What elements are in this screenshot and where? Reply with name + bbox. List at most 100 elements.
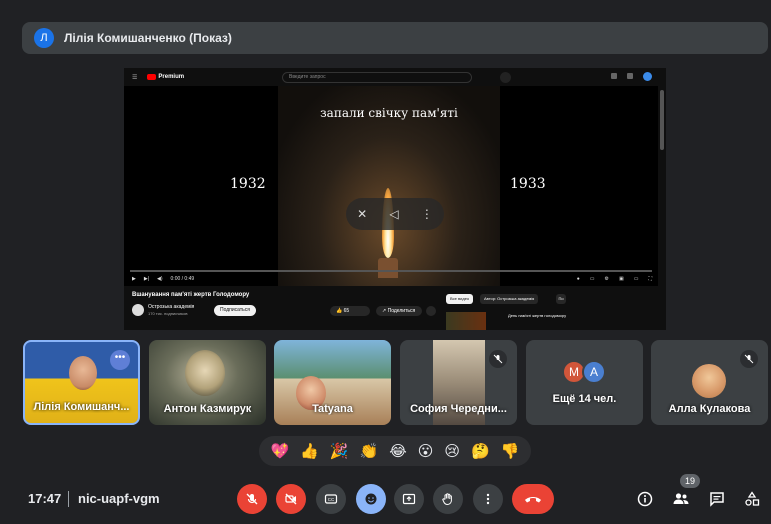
reaction-thumbs-up[interactable]: 👍 <box>300 442 319 460</box>
chat-button[interactable] <box>705 487 729 511</box>
raise-hand-button[interactable] <box>433 484 463 514</box>
reaction-sad[interactable]: 😢 <box>444 442 460 460</box>
participant-name: Антон Казмирук <box>163 403 252 415</box>
reactions-bar: 💖 👍 🎉 👏 😂 😮 😢 🤔 👎 <box>259 436 531 466</box>
participant-tile[interactable]: ••• Лілія Комишанч... <box>23 340 140 425</box>
mic-off-icon <box>489 350 507 368</box>
share-button[interactable]: ↗ Поделиться <box>376 306 422 316</box>
subtitles-icon[interactable]: ▭ <box>590 276 595 282</box>
activities-icon <box>745 491 760 506</box>
more-participants-tile[interactable]: М А Ещё 14 чел. <box>526 340 643 425</box>
participant-video <box>69 356 97 390</box>
settings-icon[interactable]: ⚙ <box>605 276 609 282</box>
hand-icon <box>442 493 452 506</box>
screen-scrollbar[interactable] <box>660 90 664 150</box>
hamburger-icon[interactable]: ☰ <box>132 74 137 81</box>
more-options-button[interactable] <box>473 484 503 514</box>
send-reaction-button[interactable] <box>356 484 386 514</box>
volume-small-icon[interactable]: ◀) <box>157 276 163 282</box>
clock: 17:47 <box>28 491 62 506</box>
youtube-avatar[interactable] <box>643 72 652 81</box>
participant-video <box>185 350 225 396</box>
fullscreen-icon[interactable]: ⛶ <box>648 276 652 282</box>
reaction-party[interactable]: 🎉 <box>330 442 349 460</box>
youtube-header-icons <box>611 72 652 81</box>
play-icon[interactable]: ▶ <box>132 276 136 282</box>
participant-tile[interactable]: Tatyana <box>274 340 391 425</box>
presenter-avatar: Л <box>34 28 54 48</box>
more-options-icon[interactable]: ••• <box>110 350 130 370</box>
chat-icon <box>710 492 724 507</box>
mic-off-icon <box>246 493 258 505</box>
leave-call-button[interactable] <box>512 484 554 514</box>
channel-name[interactable]: Острозька академія <box>148 304 194 310</box>
reaction-surprised[interactable]: 😮 <box>418 442 434 460</box>
camera-toggle-button[interactable] <box>276 484 306 514</box>
reaction-thumbs-down[interactable]: 👎 <box>501 442 520 460</box>
year-right: 1933 <box>510 176 546 192</box>
time-display: 0:00 / 0:49 <box>170 276 195 282</box>
bell-icon[interactable] <box>627 73 633 79</box>
youtube-brand: Premium <box>158 74 185 80</box>
participant-tile[interactable]: София Чередни... <box>400 340 517 425</box>
participant-name: Tatyana <box>312 403 353 415</box>
participant-tile[interactable]: Антон Казмирук <box>149 340 266 425</box>
people-button[interactable] <box>669 487 693 511</box>
mic-toggle-button[interactable] <box>237 484 267 514</box>
participant-tile[interactable]: Алла Кулакова <box>651 340 768 425</box>
subscribe-button[interactable]: Подписаться <box>214 305 256 316</box>
miniplayer-icon[interactable]: ▣ <box>619 276 624 282</box>
youtube-play-icon <box>147 74 157 80</box>
video-controls: ▶ ▶| ◀) 0:00 / 0:49 ● ▭ ⚙ ▣ ▭ ⛶ <box>132 274 652 284</box>
divider <box>68 491 69 507</box>
youtube-logo[interactable]: Premium <box>147 74 184 80</box>
volume-icon[interactable]: ◁ <box>389 207 398 221</box>
participant-name: Лілія Комишанч... <box>33 401 130 413</box>
participant-avatar-photo <box>692 364 726 398</box>
screen-overlay-controls: ✕ ◁ ⋮ <box>346 198 444 230</box>
meeting-info-button[interactable] <box>633 487 657 511</box>
like-count: 65 <box>343 308 350 314</box>
chip-more[interactable]: По <box>556 294 566 304</box>
video-player[interactable]: запали свічку пам'яті 1932 1933 ✕ ◁ ⋮ ▶ … <box>124 86 658 286</box>
avatar: А <box>582 360 606 384</box>
participant-name: София Чередни... <box>410 403 507 415</box>
youtube-search-input[interactable]: Введите запрос <box>282 72 472 83</box>
next-icon[interactable]: ▶| <box>144 276 149 282</box>
participant-name: Алла Кулакова <box>668 403 751 415</box>
reaction-joy[interactable]: 😂 <box>389 442 407 460</box>
meet-window: Л Лілія Комишанченко (Показ) ☰ Premium В… <box>0 0 771 524</box>
pin-off-icon[interactable]: ✕ <box>357 207 367 221</box>
people-icon <box>673 493 689 504</box>
present-button[interactable] <box>394 484 424 514</box>
more-vert-icon <box>486 493 490 505</box>
chip-author[interactable]: Автор: Острозька академія <box>480 294 539 304</box>
theater-icon[interactable]: ▭ <box>634 276 639 282</box>
mic-icon[interactable] <box>500 72 511 83</box>
video-caption: запали свічку пам'яті <box>320 106 458 120</box>
camera-off-icon <box>285 493 297 505</box>
emoji-icon <box>365 493 377 505</box>
more-participants-avatars: М А <box>562 360 606 384</box>
svg-text:CC: CC <box>328 497 335 502</box>
reaction-clap[interactable]: 👏 <box>360 442 379 460</box>
like-button[interactable]: 👍 65 <box>330 306 370 316</box>
recommended-title[interactable]: День пам'яті жертв голодомору <box>508 313 578 318</box>
video-title: Вшанування пам'яті жертв Голодомору <box>132 292 250 298</box>
chip-all-videos[interactable]: Все видео <box>446 294 474 304</box>
video-progress-bar[interactable] <box>130 270 652 272</box>
activities-button[interactable] <box>740 487 764 511</box>
more-actions-button[interactable] <box>426 306 436 316</box>
reaction-heart[interactable]: 💖 <box>271 442 290 460</box>
recommended-thumbnail[interactable] <box>446 312 486 330</box>
reaction-thinking[interactable]: 🤔 <box>471 442 490 460</box>
create-icon[interactable] <box>611 73 617 79</box>
autoplay-icon[interactable]: ● <box>577 276 580 282</box>
meeting-code: nic-uapf-vgm <box>78 491 160 506</box>
more-vert-icon[interactable]: ⋮ <box>421 207 433 221</box>
video-info: Вшанування пам'яті жертв Голодомору Остр… <box>124 288 658 330</box>
captions-button[interactable]: CC <box>316 484 346 514</box>
channel-logo[interactable] <box>132 304 144 316</box>
year-left: 1932 <box>230 176 266 192</box>
share-label: Поделиться <box>387 308 416 314</box>
